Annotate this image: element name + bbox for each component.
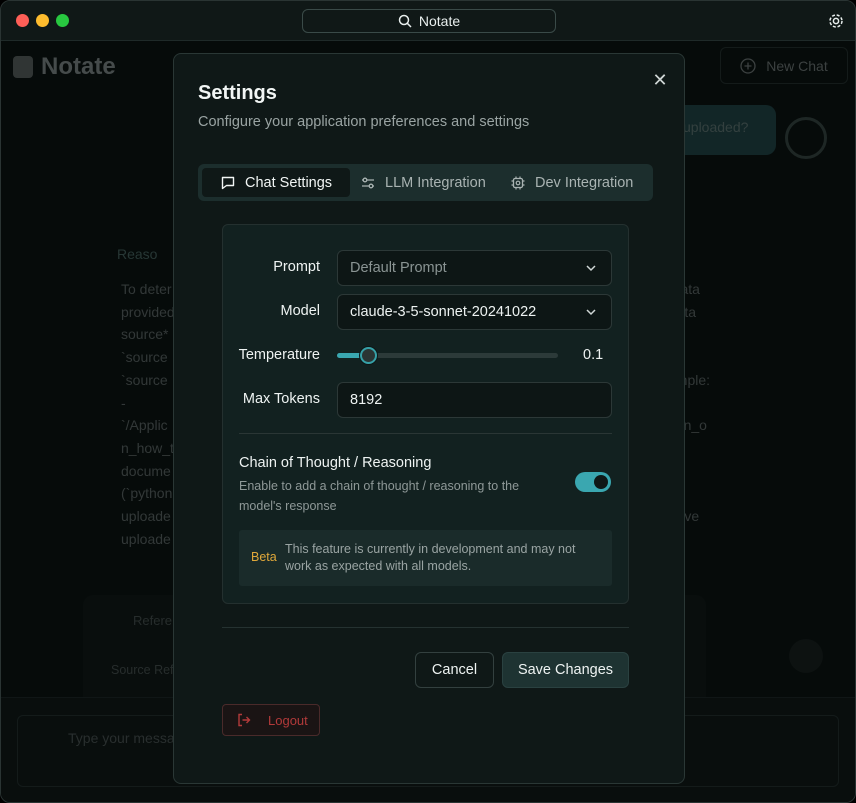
tab-dev-integration[interactable]: Dev Integration	[510, 168, 650, 197]
tab-chat-settings[interactable]: Chat Settings	[202, 168, 350, 197]
dialog-title: Settings	[198, 82, 277, 104]
chevron-down-icon	[586, 309, 596, 316]
close-icon[interactable]: ✕	[650, 70, 670, 90]
max-tokens-value: 8192	[350, 392, 383, 408]
dialog-subtitle: Configure your application preferences a…	[198, 114, 530, 130]
toggle-knob	[594, 475, 608, 489]
title-bar: Notate	[1, 1, 855, 41]
chat-settings-panel: Prompt Default Prompt Model claude-3-5-s…	[222, 224, 629, 604]
maximize-window-button[interactable]	[56, 14, 69, 27]
minimize-window-button[interactable]	[36, 14, 49, 27]
model-value: claude-3-5-sonnet-20241022	[350, 304, 537, 320]
app-window: Notate Notate New Chat l uploaded? Reaso…	[0, 0, 856, 803]
chat-bubble-icon	[221, 176, 235, 189]
save-changes-button[interactable]: Save Changes	[502, 652, 629, 688]
tab-label: Dev Integration	[535, 174, 634, 191]
chevron-down-icon	[586, 265, 596, 272]
temperature-label: Temperature	[238, 347, 320, 363]
prompt-placeholder: Default Prompt	[350, 260, 447, 276]
temperature-slider[interactable]	[337, 347, 558, 364]
max-tokens-input[interactable]: 8192	[337, 382, 612, 418]
tab-label: LLM Integration	[385, 174, 486, 191]
settings-tabs: Chat Settings LLM Integration Dev Integr…	[198, 164, 653, 201]
model-label: Model	[280, 303, 321, 319]
model-select[interactable]: claude-3-5-sonnet-20241022	[337, 294, 612, 330]
gear-icon[interactable]	[827, 12, 845, 30]
logout-icon	[238, 713, 251, 727]
beta-notice: Beta This feature is currently in develo…	[239, 530, 612, 586]
sliders-icon	[362, 177, 374, 188]
max-tokens-label: Max Tokens	[242, 391, 320, 407]
divider	[222, 627, 629, 628]
cot-description: Enable to add a chain of thought / reaso…	[239, 479, 520, 513]
logout-button[interactable]: Logout	[222, 704, 320, 736]
cpu-icon	[511, 176, 525, 189]
logout-label: Logout	[268, 712, 308, 728]
tab-llm-integration[interactable]: LLM Integration	[360, 168, 500, 197]
command-search[interactable]: Notate	[302, 9, 556, 33]
search-icon	[398, 14, 412, 28]
divider	[239, 433, 612, 434]
cot-title: Chain of Thought / Reasoning	[239, 455, 432, 471]
cancel-button[interactable]: Cancel	[415, 652, 494, 688]
beta-text: This feature is currently in development…	[285, 542, 576, 573]
cot-toggle[interactable]	[575, 472, 611, 492]
search-label: Notate	[418, 13, 461, 29]
tab-label: Chat Settings	[245, 174, 333, 191]
beta-badge: Beta	[251, 550, 277, 564]
slider-thumb[interactable]	[360, 347, 378, 364]
temperature-value: 0.1	[583, 347, 604, 363]
close-window-button[interactable]	[16, 14, 29, 27]
prompt-select[interactable]: Default Prompt	[337, 250, 612, 286]
prompt-label: Prompt	[273, 259, 320, 275]
settings-dialog: ✕ Settings Configure your application pr…	[173, 53, 685, 784]
